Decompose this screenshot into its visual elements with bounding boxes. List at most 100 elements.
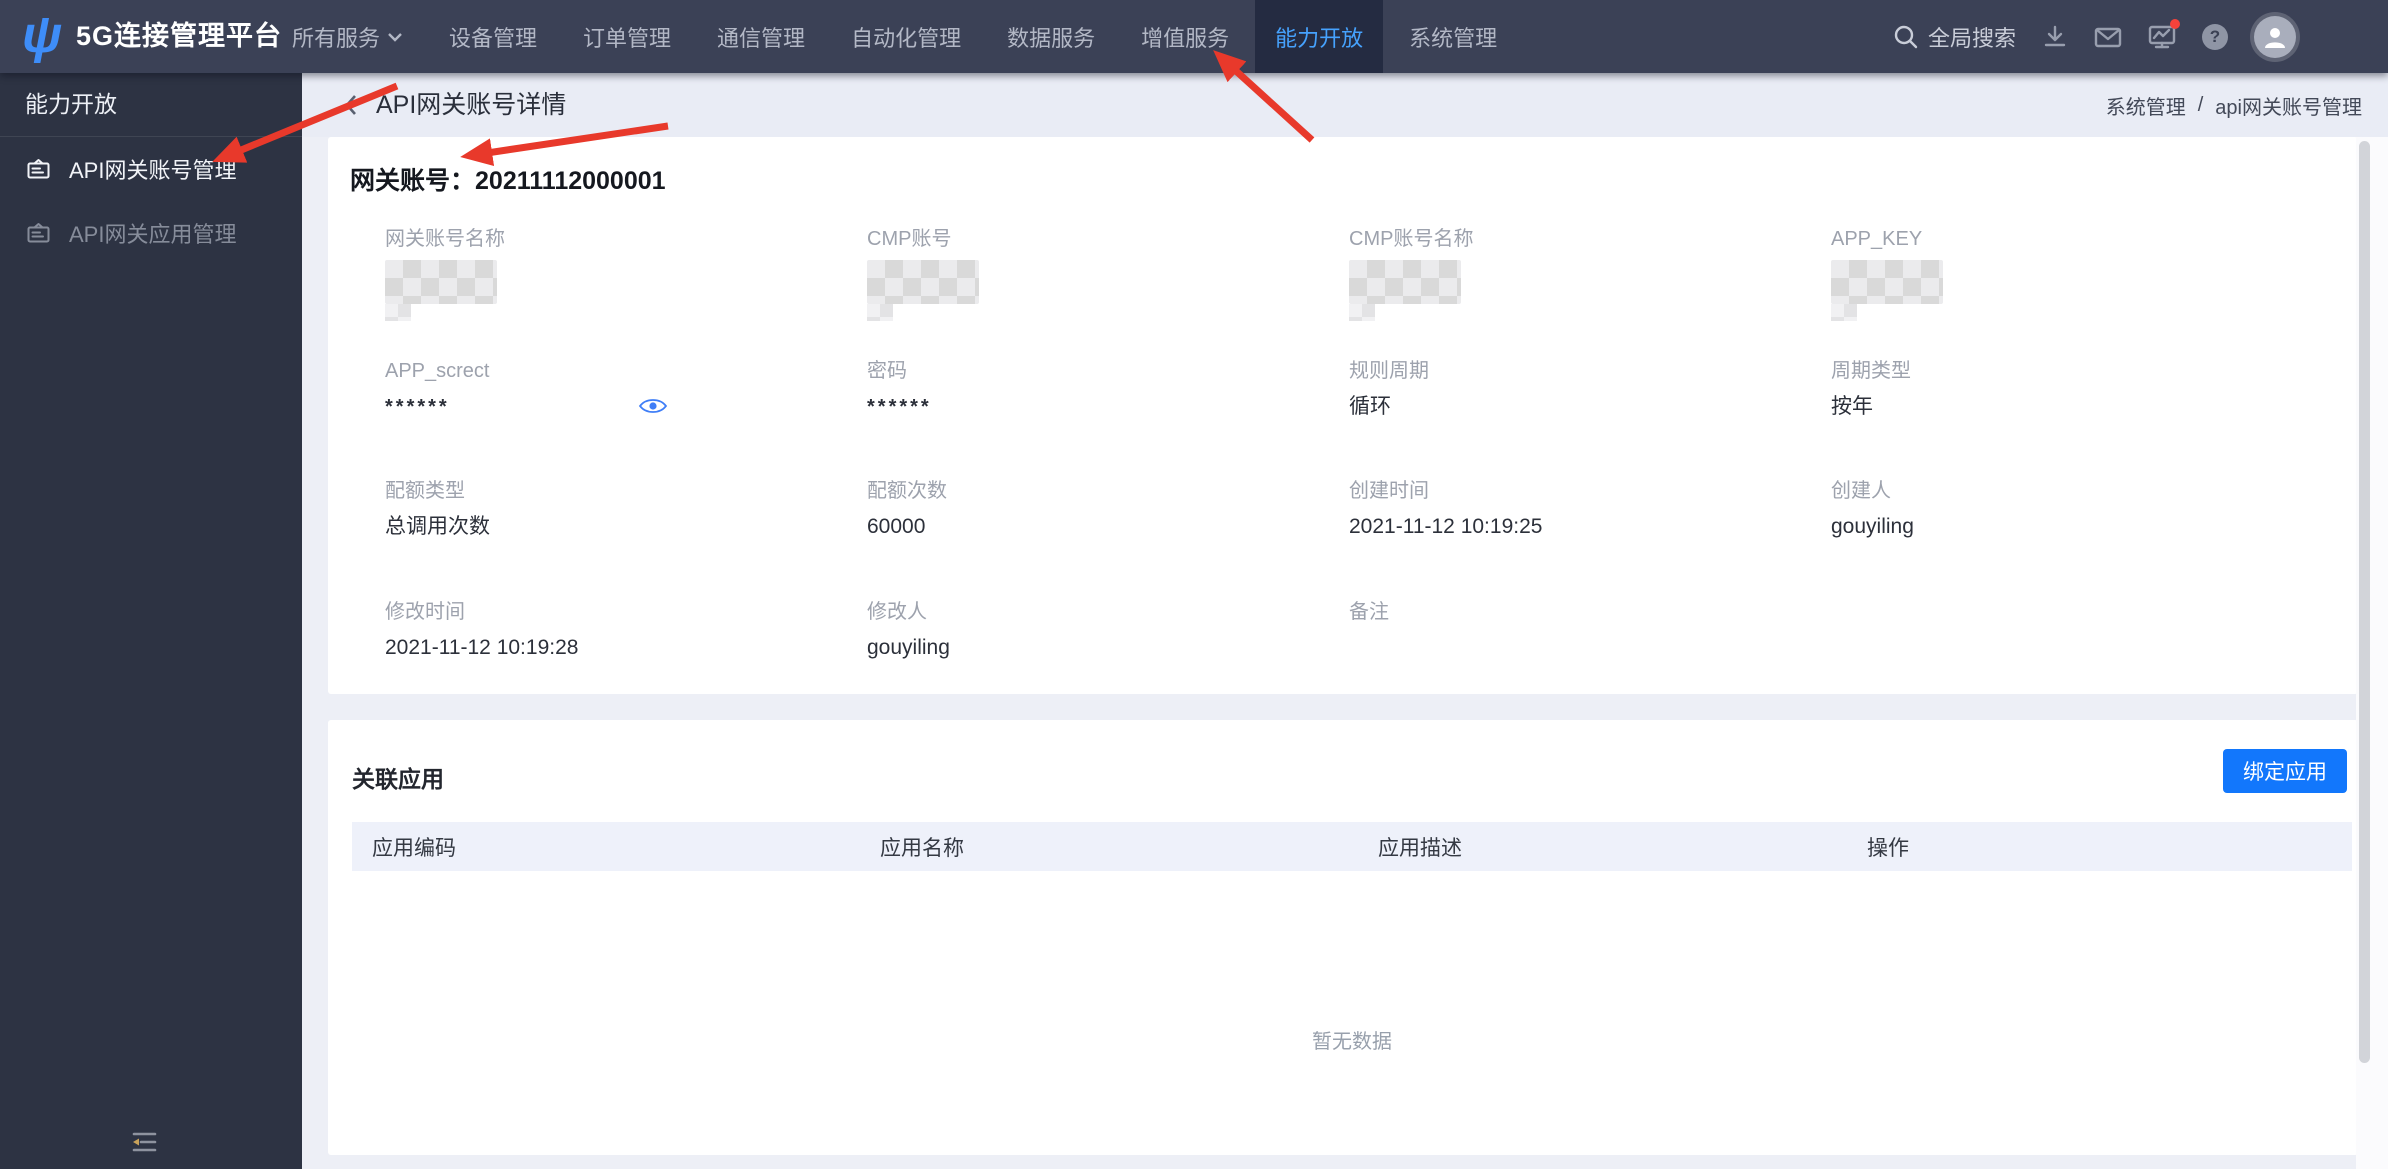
nav-menu-item-label: 通信管理 [717,25,806,51]
gateway-account-title: 网关账号：20211112000001 [350,161,666,197]
download-icon[interactable] [2042,24,2068,50]
related-apps-table-header: 应用编码 应用名称 应用描述 操作 [352,822,2352,871]
field-label: 修改人 [867,601,927,623]
nav-menu-item-label: 能力开放 [1275,25,1364,51]
breadcrumb-system-admin[interactable]: 系统管理 [2106,91,2186,120]
sidebar-item-label: API网关应用管理 [69,222,237,247]
detail-field: 修改时间 2021-11-12 10:19:28 [385,600,845,661]
top-navbar: ψ 5G连接管理平台 所有服务 设备管理 订单管理 通信管理 自动化管理 数据服… [0,0,2388,73]
field-label: CMP账号名称 [1349,228,1474,250]
vertical-scrollbar [2356,137,2388,1169]
redacted-value-block [867,260,979,321]
detail-field: 配额次数 60000 [867,479,1327,540]
detail-field: CMP账号名称 [1349,227,1809,321]
detail-field: 修改人 gouyiling [867,600,1327,661]
redacted-value-block [1831,260,1943,321]
detail-field: APP_KEY [1831,227,2291,321]
platform-title: 5G连接管理平台 [76,21,283,51]
field-label: 备注 [1349,601,1389,623]
detail-field: 规则周期 循环 [1349,359,1809,420]
table-column-header: 操作 [1867,836,1909,860]
nav-menu-item-label: 系统管理 [1409,25,1498,51]
sidebar-item[interactable]: API网关账号管理 [0,137,302,201]
scrollbar-thumb[interactable] [2359,141,2370,1063]
person-icon [2265,27,2285,48]
field-value: 按年 [1831,395,1873,418]
field-value: ****** [385,396,450,418]
back-icon[interactable] [338,91,366,119]
telecom-logo-icon: ψ [22,6,63,64]
nav-menu-item[interactable]: 系统管理 [1409,0,1497,73]
field-label: 网关账号名称 [385,228,505,250]
search-icon [1894,25,1918,48]
sidebar-item-label: API网关账号管理 [69,158,237,183]
redacted-value-block [385,260,497,321]
detail-field: 密码 ****** [867,359,1327,420]
menu-collapse-icon[interactable] [130,1130,158,1154]
nav-menu-item[interactable]: 设备管理 [449,0,537,73]
gateway-account-number: 20211112000001 [475,167,666,195]
gateway-account-label: 网关账号 [350,167,451,195]
content-header: API网关账号详情 系统管理 / api网关账号管理 [302,73,2388,137]
detail-field: 网关账号名称 [385,227,845,321]
sidebar-item[interactable]: API网关应用管理 [0,201,302,265]
table-column-header: 应用编码 [372,836,456,860]
breadcrumb: 系统管理 / api网关账号管理 [2106,73,2362,137]
nav-menu-item[interactable]: 订单管理 [583,0,671,73]
field-label: 配额次数 [867,480,947,502]
field-value: 2021-11-12 10:19:25 [1349,515,1543,538]
user-avatar[interactable] [2254,15,2296,58]
sidebar: 能力开放 API网关账号管理 API网关应用管理 [0,73,302,1169]
bind-app-button[interactable]: 绑定应用 [2223,749,2347,793]
field-value: 60000 [867,515,926,538]
detail-field: 备注 [1349,600,1809,661]
field-label: 创建人 [1831,480,1891,502]
field-label: 规则周期 [1349,360,1429,382]
field-label: 修改时间 [385,601,465,623]
nav-menu-item[interactable]: 增值服务 [1141,0,1229,73]
field-value [1349,635,1809,661]
nav-menu-item[interactable]: 数据服务 [1007,0,1095,73]
detail-field: 创建时间 2021-11-12 10:19:25 [1349,479,1809,540]
field-label: CMP账号 [867,228,952,250]
detail-field: 创建人 gouyiling [1831,479,2291,540]
field-label: 配额类型 [385,480,465,502]
monitor-status[interactable] [2148,18,2180,50]
show-secret-eye-icon[interactable] [638,396,668,416]
redacted-value-block [1349,260,1461,321]
empty-state-text: 暂无数据 [1312,1031,1392,1053]
table-column-header: 应用描述 [1378,836,1462,860]
mail-icon[interactable] [2094,24,2122,50]
field-label: APP_KEY [1831,228,1923,250]
notification-dot [2170,18,2180,29]
detail-field: APP_screct ****** [385,359,845,420]
field-value: gouyiling [867,636,950,659]
field-value: 2021-11-12 10:19:28 [385,636,579,659]
sidebar-section-title: 能力开放 [25,91,117,117]
breadcrumb-current: api网关账号管理 [2215,96,2362,119]
table-column-header: 应用名称 [880,836,964,860]
app-root: ψ 5G连接管理平台 所有服务 设备管理 订单管理 通信管理 自动化管理 数据服… [0,0,2388,1169]
field-value: gouyiling [1831,515,1914,538]
account-detail-card: 网关账号：20211112000001 网关账号名称 CMP账号 CMP账号名称… [328,137,2358,694]
nav-menu-item-label: 设备管理 [449,25,538,51]
nav-menu-item[interactable]: 通信管理 [717,0,805,73]
field-value: 循环 [1349,395,1391,418]
related-apps-title: 关联应用 [352,766,444,792]
field-value: ****** [867,396,932,418]
nav-menu-item[interactable]: 所有服务 [292,0,403,73]
navbar-right-cluster: 全局搜索 ? [1893,0,2388,73]
gateway-account-separator: ： [450,167,476,195]
field-value: 总调用次数 [385,515,490,538]
related-apps-card: 关联应用 绑定应用 应用编码 应用名称 应用描述 操作 暂无数据 [328,720,2358,1155]
nav-menu-item[interactable]: 自动化管理 [851,0,961,73]
help-icon[interactable]: ? [2202,23,2228,50]
breadcrumb-separator: / [2197,93,2204,116]
clipboard-icon [27,222,50,242]
top-nav-menu: 所有服务 设备管理 订单管理 通信管理 自动化管理 数据服务 增值服务 能力开放… [292,0,1497,73]
nav-menu-item-label: 订单管理 [583,25,672,51]
global-search[interactable]: 全局搜索 [1893,21,2016,53]
nav-menu-item-label: 所有服务 [292,25,381,51]
nav-menu-item[interactable]: 能力开放 [1255,0,1384,73]
detail-field: 配额类型 总调用次数 [385,479,845,540]
